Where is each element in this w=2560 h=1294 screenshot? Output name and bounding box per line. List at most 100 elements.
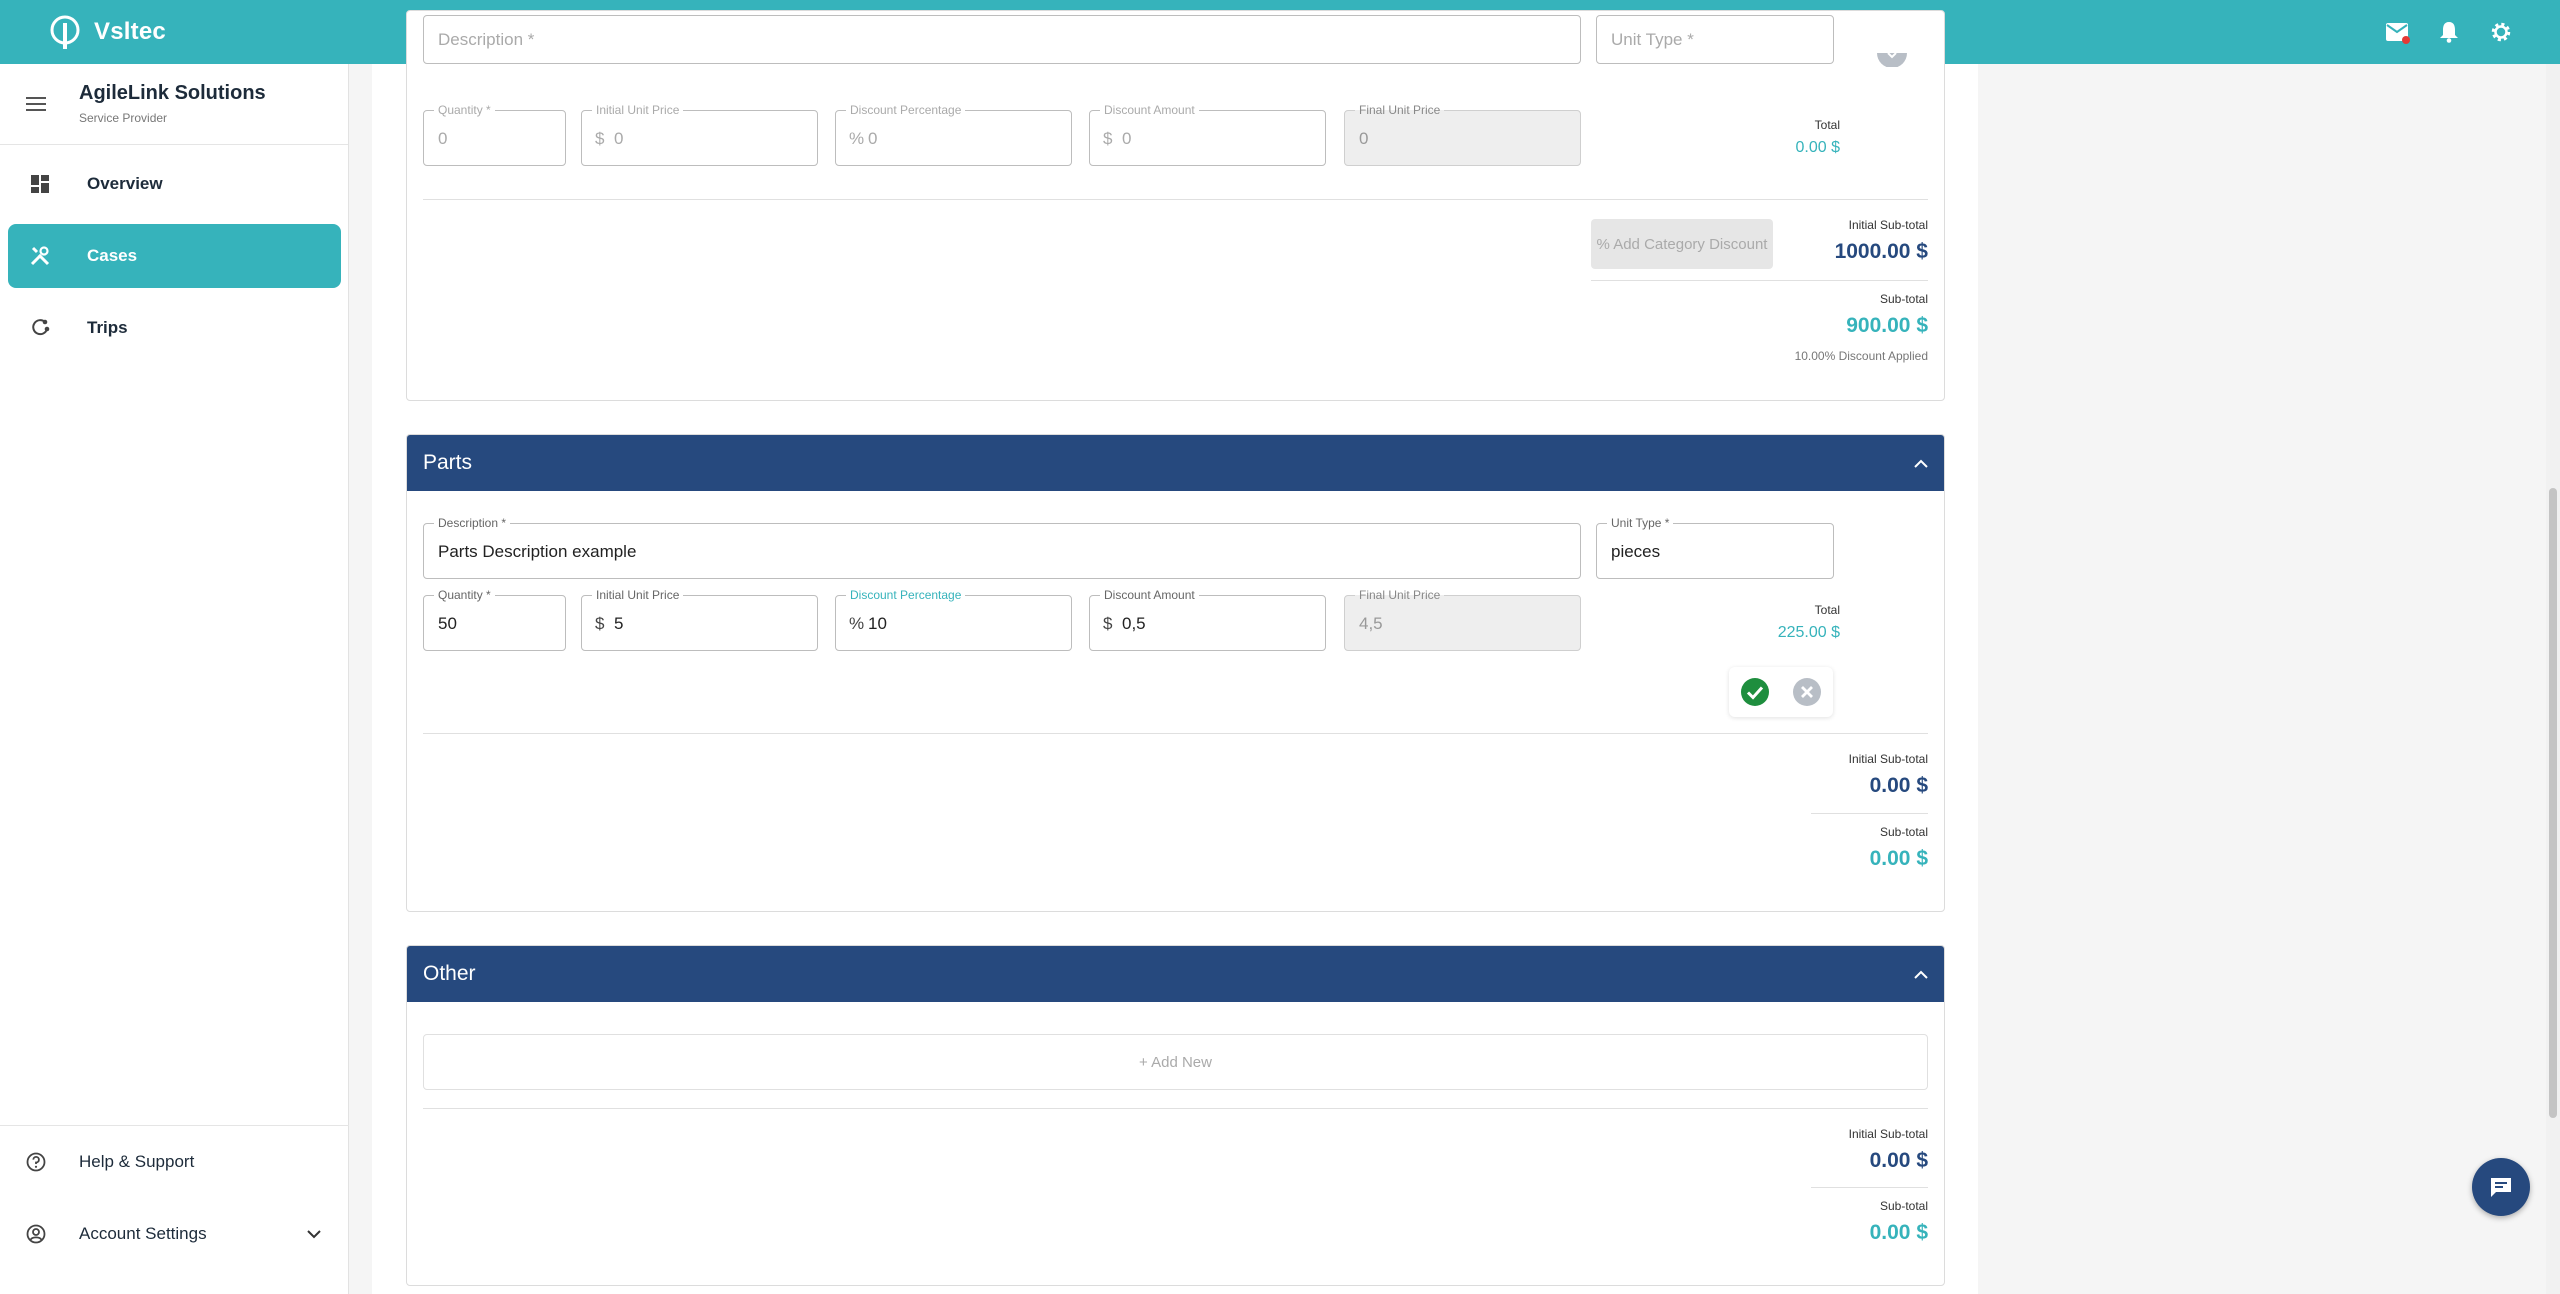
parts-initial-unit-price-field[interactable]: Initial Unit Price $ 5 — [581, 588, 818, 651]
chevron-up-icon[interactable] — [1914, 970, 1928, 979]
parts-section-card: Parts Description * Parts Description ex… — [406, 434, 1945, 912]
parts-quantity-field[interactable]: Quantity * 50 — [423, 588, 566, 651]
subtotal-value: 900.00 $ — [1846, 314, 1928, 337]
quantity-value: 50 — [438, 614, 457, 633]
menu-icon[interactable] — [26, 96, 46, 112]
chat-button[interactable] — [2472, 1158, 2530, 1216]
row-total-value: 0.00 $ — [1795, 139, 1840, 156]
initial-subtotal-label: Initial Sub-total — [1848, 752, 1928, 766]
sidebar-item-trips[interactable]: Trips — [8, 296, 341, 360]
page-scrollbar[interactable] — [2546, 64, 2560, 1294]
add-category-discount-button[interactable]: % Add Category Discount — [1591, 219, 1773, 269]
parts-discount-amount-field[interactable]: Discount Amount $ 0,5 — [1089, 588, 1326, 651]
dollar-prefix: $ — [1103, 614, 1113, 633]
unit-type-label: Unit Type * — [1607, 516, 1674, 530]
subtotal-label: Sub-total — [1879, 292, 1928, 306]
app-name: Vsltec — [94, 18, 166, 45]
final-unit-price-value: 0 — [1359, 129, 1369, 148]
discount-applied-note: 10.00% Discount Applied — [1794, 349, 1928, 363]
labor-discount-percentage-field[interactable]: Discount Percentage % 0 — [835, 103, 1072, 166]
discount-percentage-value: 0 — [868, 129, 878, 148]
discount-amount-label: Discount Amount — [1100, 103, 1199, 117]
chat-icon — [2491, 1178, 2511, 1197]
labor-unit-type-field[interactable]: Unit Type * — [1596, 15, 1834, 64]
section-divider — [423, 199, 1928, 200]
parts-description-field[interactable]: Description * Parts Description example — [423, 516, 1581, 579]
sidebar-item-label: Cases — [87, 246, 138, 265]
sidebar-item-help-support[interactable]: Help & Support — [0, 1126, 349, 1198]
unit-type-placeholder: Unit Type * — [1611, 30, 1694, 49]
gear-icon[interactable] — [2488, 19, 2514, 45]
account-icon — [22, 1224, 50, 1244]
parts-final-unit-price-field: Final Unit Price 4,5 — [1344, 588, 1581, 651]
sidebar-header: AgileLink Solutions Service Provider — [0, 64, 348, 145]
sidebar-item-overview[interactable]: Overview — [8, 152, 341, 216]
labor-initial-unit-price-field[interactable]: Initial Unit Price $ 0 — [581, 103, 818, 166]
labor-final-unit-price-field: Final Unit Price 0 — [1344, 103, 1581, 166]
remove-row-icon[interactable] — [1877, 53, 1907, 67]
initial-unit-price-value: 0 — [614, 129, 624, 148]
confirm-check-icon[interactable] — [1740, 677, 1770, 707]
other-section-header[interactable]: Other — [407, 946, 1944, 1002]
initial-subtotal-value: 0.00 $ — [1869, 1149, 1928, 1172]
initial-unit-price-label: Initial Unit Price — [592, 588, 684, 602]
company-role: Service Provider — [79, 111, 168, 125]
initial-subtotal-label: Initial Sub-total — [1848, 218, 1928, 232]
sidebar-item-label: Trips — [87, 318, 128, 337]
subtotal-label: Sub-total — [1879, 825, 1928, 839]
labor-description-field[interactable]: Description * — [423, 15, 1581, 64]
help-icon — [22, 1152, 50, 1172]
chevron-down-icon[interactable] — [307, 1229, 321, 1239]
parts-discount-percentage-field[interactable]: Discount Percentage % 10 — [835, 588, 1072, 651]
discount-percentage-value: 10 — [868, 614, 887, 633]
scrollbar-thumb[interactable] — [2549, 488, 2557, 1118]
dollar-prefix: $ — [595, 614, 605, 633]
initial-subtotal-label: Initial Sub-total — [1848, 1127, 1928, 1141]
dollar-prefix: $ — [1103, 129, 1113, 148]
percent-prefix: % — [849, 129, 865, 148]
quantity-label: Quantity * — [434, 103, 495, 117]
labor-discount-amount-field[interactable]: Discount Amount $ 0 — [1089, 103, 1326, 166]
quantity-value: 0 — [438, 129, 448, 148]
subtotal-divider — [1811, 813, 1928, 814]
add-new-button[interactable]: + Add New — [423, 1034, 1928, 1090]
row-total-value: 225.00 $ — [1777, 624, 1840, 641]
sidebar: AgileLink Solutions Service Provider Ove… — [0, 64, 349, 1294]
final-unit-price-label: Final Unit Price — [1355, 103, 1445, 117]
subtotal-label: Sub-total — [1879, 1199, 1928, 1213]
parts-unit-type-field[interactable]: Unit Type * pieces — [1596, 516, 1834, 579]
sidebar-item-cases[interactable]: Cases — [8, 224, 341, 288]
dashboard-icon — [26, 175, 54, 193]
initial-subtotal-value: 0.00 $ — [1869, 774, 1928, 797]
section-divider — [423, 733, 1928, 734]
description-placeholder: Description * — [438, 30, 535, 49]
subtotal-value: 0.00 $ — [1869, 1221, 1928, 1244]
notification-dot — [2402, 36, 2410, 44]
discount-percentage-label: Discount Percentage — [846, 103, 966, 117]
parts-section-header[interactable]: Parts — [407, 435, 1944, 491]
description-label: Description * — [434, 516, 511, 530]
subtotal-value: 0.00 $ — [1869, 847, 1928, 870]
final-unit-price-label: Final Unit Price — [1355, 588, 1445, 602]
labor-quantity-field[interactable]: Quantity * 0 — [423, 103, 566, 166]
discount-amount-value: 0,5 — [1122, 614, 1146, 633]
sidebar-bottom: Help & Support Account Settings — [0, 1125, 349, 1270]
other-section-card: Other + Add New Initial Sub-total 0.00 $… — [406, 945, 1945, 1286]
quantity-label: Quantity * — [434, 588, 495, 602]
chevron-up-icon[interactable] — [1914, 459, 1928, 468]
discount-percentage-label: Discount Percentage — [846, 588, 966, 602]
section-title: Parts — [423, 451, 473, 474]
sidebar-item-label: Overview — [87, 174, 163, 193]
brand[interactable]: Vsltec — [50, 15, 166, 49]
final-unit-price-value: 4,5 — [1359, 614, 1383, 633]
discount-amount-label: Discount Amount — [1100, 588, 1199, 602]
initial-unit-price-label: Initial Unit Price — [592, 103, 684, 117]
app-logo-icon — [50, 15, 80, 49]
bell-icon[interactable] — [2436, 19, 2462, 45]
mail-icon[interactable] — [2384, 19, 2410, 45]
tools-icon — [26, 246, 54, 266]
initial-subtotal-value: 1000.00 $ — [1834, 240, 1928, 263]
cancel-x-icon[interactable] — [1792, 677, 1822, 707]
labor-section-card: Description * Unit Type * Quantity * 0 I… — [406, 10, 1945, 401]
sidebar-item-account-settings[interactable]: Account Settings — [0, 1198, 349, 1270]
